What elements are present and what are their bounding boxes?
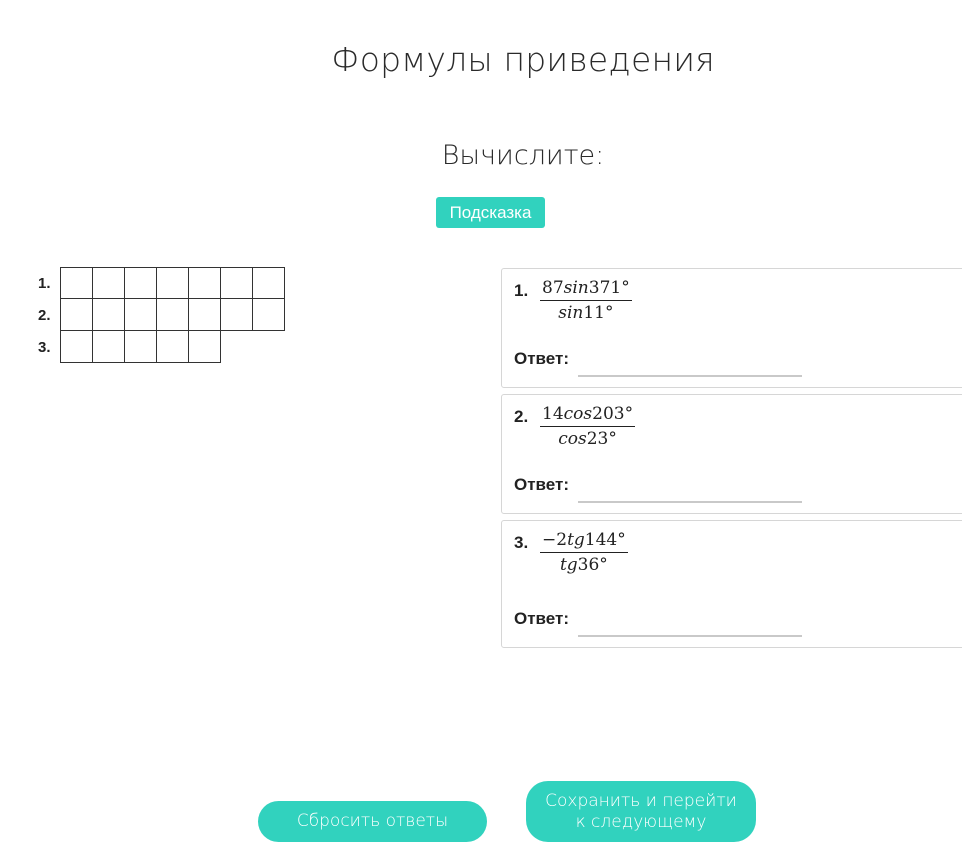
answer-input-3[interactable] — [578, 611, 802, 637]
formula-numerator: −2tg144° — [540, 530, 628, 552]
problem-card-2: 2. 14cos203° cos23° Ответ: — [501, 394, 962, 514]
grid-cell[interactable] — [60, 330, 93, 363]
numerator-function: sin — [563, 278, 589, 298]
answer-input-1[interactable] — [578, 351, 802, 377]
grid-row-label: 3. — [38, 338, 51, 356]
grid-cell[interactable] — [60, 267, 93, 300]
formula-numerator: 14cos203° — [540, 404, 635, 426]
answer-input-2[interactable] — [578, 477, 802, 503]
problem-number: 2. — [514, 407, 529, 426]
problem-formula: 87sin371° sin11° — [540, 278, 632, 323]
grid-cell[interactable] — [124, 298, 157, 331]
problem-card-3: 3. −2tg144° tg36° Ответ: — [501, 520, 962, 648]
numerator-angle: 144° — [584, 530, 626, 550]
numerator-coef: −2 — [542, 530, 568, 550]
grid-cell[interactable] — [156, 298, 189, 331]
grid-cell[interactable] — [92, 267, 125, 300]
grid-cell[interactable] — [188, 267, 221, 300]
task-title: Вычислите: — [441, 140, 605, 171]
answer-label: Ответ: — [514, 609, 569, 628]
problem-card-1: 1. 87sin371° sin11° Ответ: — [501, 268, 962, 388]
formula-numerator: 87sin371° — [540, 278, 632, 300]
grid-cell[interactable] — [220, 298, 253, 331]
denominator-angle: 23° — [586, 429, 617, 449]
problem-formula: 14cos203° cos23° — [540, 404, 636, 449]
denominator-angle: 36° — [577, 555, 608, 575]
page-title: Формулы приведения — [331, 40, 715, 79]
hint-button[interactable]: Подсказка — [436, 197, 545, 228]
numerator-angle: 203° — [592, 404, 634, 424]
grid-cell[interactable] — [60, 298, 93, 331]
formula-denominator: tg36° — [560, 553, 608, 575]
grid-cell[interactable] — [124, 330, 157, 363]
grid-cell[interactable] — [92, 298, 125, 331]
answer-label: Ответ: — [514, 475, 569, 494]
numerator-coef: 87 — [542, 278, 564, 298]
grid-cell[interactable] — [252, 267, 285, 300]
grid-row-1: 1. — [38, 267, 285, 300]
problem-number: 1. — [514, 281, 529, 300]
save-and-next-button[interactable]: Сохранить и перейти к следующему — [526, 781, 756, 842]
numerator-function: cos — [563, 404, 593, 424]
grid-row-2: 2. — [38, 298, 285, 331]
denominator-function: tg — [559, 555, 578, 575]
numerator-coef: 14 — [542, 404, 564, 424]
denominator-function: sin — [558, 303, 584, 323]
reset-answers-button[interactable]: Сбросить ответы — [258, 801, 487, 842]
grid-cell[interactable] — [156, 267, 189, 300]
grid-cell[interactable] — [156, 330, 189, 363]
answer-label: Ответ: — [514, 349, 569, 368]
answer-grid: 1. 2. 3. — [38, 267, 285, 363]
grid-cell[interactable] — [188, 298, 221, 331]
numerator-angle: 371° — [588, 278, 630, 298]
grid-row-label: 2. — [38, 306, 51, 324]
grid-row-3: 3. — [38, 330, 285, 363]
grid-cell[interactable] — [188, 330, 221, 363]
formula-denominator: sin11° — [558, 301, 613, 323]
grid-cell[interactable] — [220, 267, 253, 300]
grid-cell[interactable] — [124, 267, 157, 300]
problem-formula: −2tg144° tg36° — [540, 530, 628, 575]
numerator-function: tg — [567, 530, 585, 550]
denominator-angle: 11° — [583, 303, 614, 323]
formula-denominator: cos23° — [558, 427, 617, 449]
problem-number: 3. — [514, 533, 529, 552]
denominator-function: cos — [558, 429, 587, 449]
grid-cell[interactable] — [252, 298, 285, 331]
grid-cell[interactable] — [92, 330, 125, 363]
grid-row-label: 1. — [38, 274, 51, 292]
